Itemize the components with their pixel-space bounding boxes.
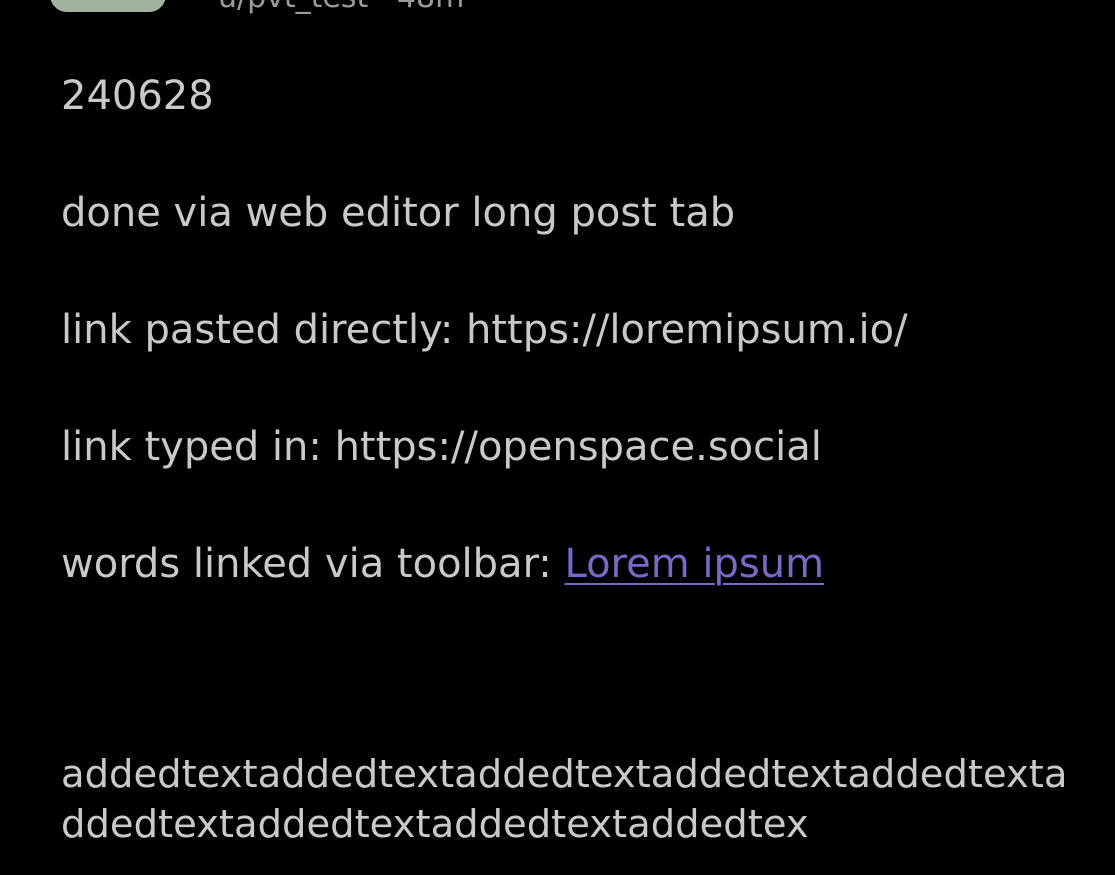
post-line-date: 240628 xyxy=(61,73,214,119)
post-line-pasted-link: link pasted directly: https://loremipsum… xyxy=(61,307,908,353)
lorem-ipsum-link[interactable]: Lorem ipsum xyxy=(565,541,825,587)
post-line-toolbar-link: words linked via toolbar: Lorem ipsum xyxy=(61,536,824,592)
post-line-typed-link: link typed in: https://openspace.social xyxy=(61,424,822,470)
post-meta: u/pvt_test · 48m xyxy=(218,0,464,15)
post-line-editor: done via web editor long post tab xyxy=(61,190,736,236)
avatar[interactable] xyxy=(50,0,166,12)
toolbar-link-prefix: words linked via toolbar: xyxy=(61,541,565,587)
added-text-block: addedtextaddedtextaddedtextaddedtextadde… xyxy=(61,752,1068,847)
